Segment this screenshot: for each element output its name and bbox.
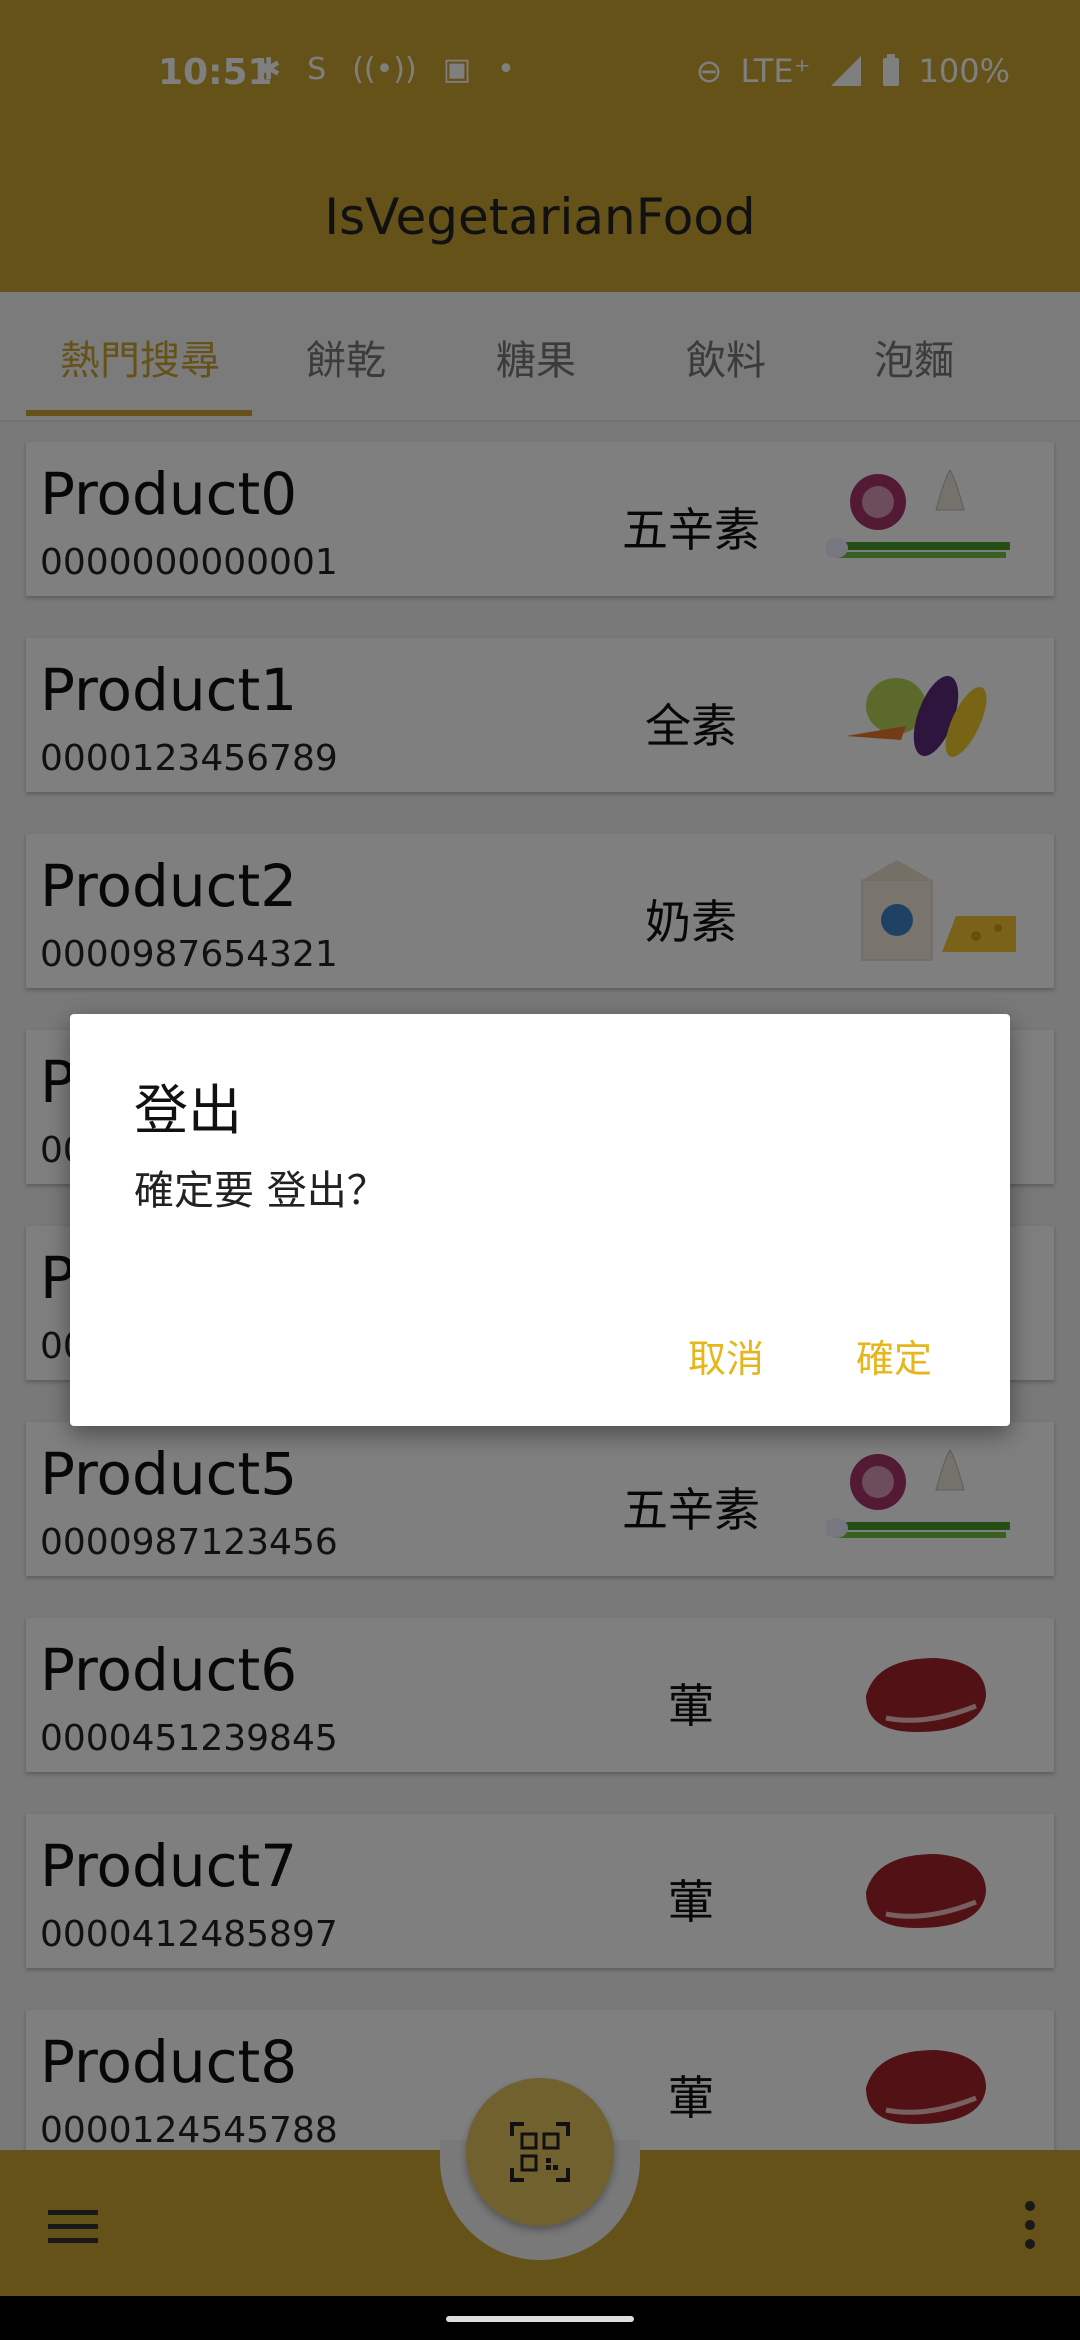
cancel-button[interactable]: 取消 bbox=[688, 1328, 764, 1383]
gesture-nav-bar bbox=[0, 2296, 1080, 2340]
confirm-button[interactable]: 確定 bbox=[856, 1328, 932, 1383]
home-handle[interactable] bbox=[446, 2316, 634, 2322]
dialog-message: 確定要 登出？ bbox=[134, 1168, 387, 1214]
logout-dialog: 登出 確定要 登出？ 取消 確定 bbox=[70, 1014, 1010, 1426]
dialog-title: 登出 bbox=[134, 1079, 242, 1142]
